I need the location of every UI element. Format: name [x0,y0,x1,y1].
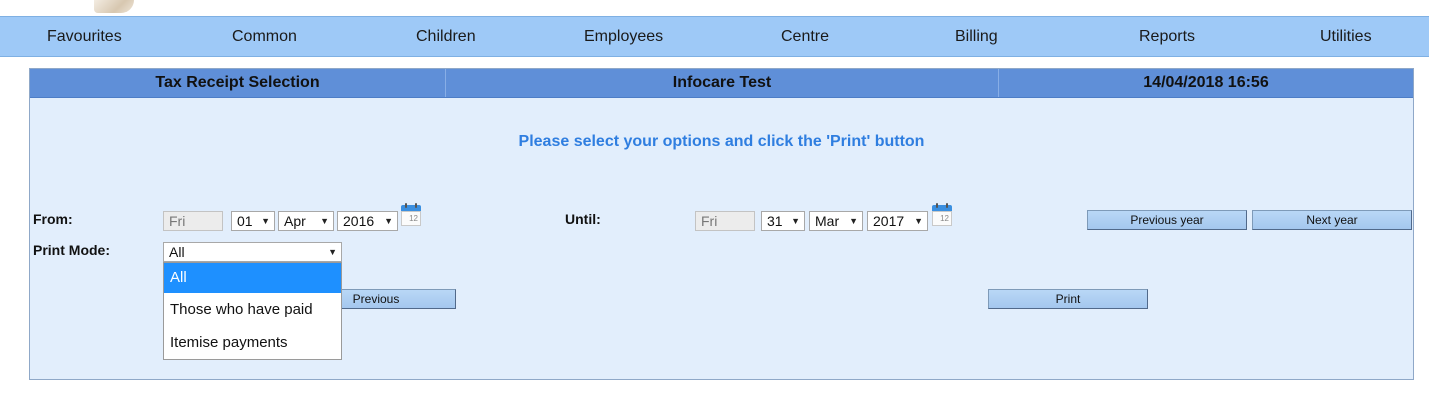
menu-utilities[interactable]: Utilities [1320,17,1372,56]
chevron-down-icon: ▼ [791,216,800,226]
until-day-value: 31 [767,213,783,229]
print-mode-select[interactable]: All ▼ [163,242,342,262]
date-time: 14/04/2018 16:56 [1143,74,1269,91]
dropdown-option-all[interactable]: All [164,263,341,293]
chevron-down-icon: ▼ [849,216,858,226]
print-mode-value: All [169,244,185,260]
chevron-down-icon: ▼ [320,216,329,226]
print-button[interactable]: Print [988,289,1148,309]
menu-children[interactable]: Children [416,17,476,56]
until-year-value: 2017 [873,213,905,229]
panel-header: Tax Receipt Selection Infocare Test 14/0… [30,69,1413,98]
next-year-button[interactable]: Next year [1252,210,1412,230]
tax-receipt-panel: Tax Receipt Selection Infocare Test 14/0… [29,68,1414,380]
from-month-value: Apr [284,213,306,229]
menu-billing[interactable]: Billing [955,17,998,56]
chevron-down-icon: ▼ [914,216,923,226]
menu-reports[interactable]: Reports [1139,17,1195,56]
until-year-select[interactable]: 2017 ▼ [867,211,928,231]
print-mode-dropdown-list: All Those who have paid Itemise payments [163,262,342,360]
chevron-down-icon: ▼ [384,216,393,226]
calendar-icon[interactable]: 12 [401,203,421,226]
chevron-down-icon: ▼ [328,247,337,257]
from-weekday-field: Fri [163,211,223,231]
dropdown-option-itemise[interactable]: Itemise payments [164,326,341,359]
calendar-icon-date: 12 [932,211,952,226]
previous-year-button[interactable]: Previous year [1087,210,1247,230]
calendar-icon-date: 12 [401,211,421,226]
print-mode-label: Print Mode: [33,242,110,258]
from-year-value: 2016 [343,213,375,229]
until-month-select[interactable]: Mar ▼ [809,211,863,231]
logo-fragment [94,0,134,13]
menu-common[interactable]: Common [232,17,297,56]
centre-name: Infocare Test [672,74,772,91]
calendar-icon[interactable]: 12 [932,203,952,226]
main-menu-bar: Favourites Common Children Employees Cen… [0,16,1429,57]
from-month-select[interactable]: Apr ▼ [278,211,334,231]
menu-employees[interactable]: Employees [584,17,663,56]
page-title: Tax Receipt Selection [155,74,320,91]
until-label: Until: [565,211,601,227]
instruction-text: Please select your options and click the… [518,133,925,150]
from-label: From: [33,211,73,227]
until-month-value: Mar [815,213,840,229]
from-day-select[interactable]: 01 ▼ [231,211,275,231]
dropdown-option-paid[interactable]: Those who have paid [164,293,341,326]
menu-favourites[interactable]: Favourites [47,17,122,56]
chevron-down-icon: ▼ [261,216,270,226]
menu-centre[interactable]: Centre [781,17,829,56]
until-weekday-field: Fri [695,211,755,231]
from-year-select[interactable]: 2016 ▼ [337,211,398,231]
until-day-select[interactable]: 31 ▼ [761,211,805,231]
from-day-value: 01 [237,213,253,229]
